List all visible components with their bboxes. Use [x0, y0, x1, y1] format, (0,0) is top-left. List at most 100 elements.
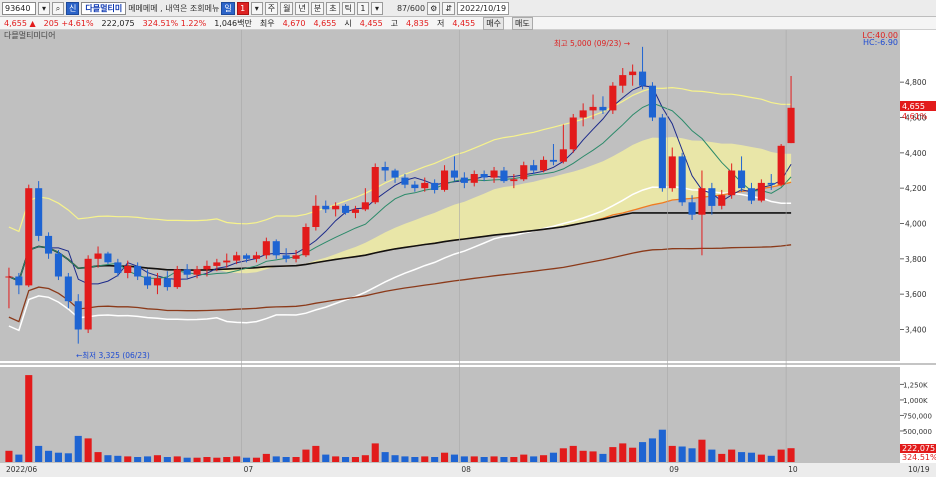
volume-bar: [74, 435, 82, 462]
candle-body: [609, 85, 617, 111]
volume-bar: [173, 456, 181, 462]
date-spinner-icon[interactable]: ⇵: [442, 1, 455, 15]
volume-bar: [322, 454, 330, 462]
volume-bar: [648, 438, 656, 462]
candle-body: [619, 75, 627, 86]
volume-bar: [153, 455, 161, 462]
volume-bar: [361, 455, 369, 462]
candle-body: [629, 71, 637, 76]
volume-bar: [549, 452, 557, 462]
volume-bar: [84, 438, 92, 462]
period-week-button[interactable]: 주: [264, 1, 279, 15]
volume-bar: [272, 456, 280, 462]
volume-bar: [668, 445, 676, 462]
volume-bar: [94, 452, 102, 462]
candle-body: [787, 107, 795, 144]
x-axis-label: 10: [788, 465, 798, 474]
series-label: 다믈멀티미디어: [4, 30, 56, 40]
candle-body: [599, 106, 607, 111]
candle-body: [183, 269, 191, 275]
volume-axis-label: 1,000K: [903, 397, 928, 405]
volume-bar: [144, 456, 152, 462]
candle-body: [351, 209, 359, 213]
volume-axis-label: 750,000: [903, 412, 932, 420]
candle-body: [757, 182, 765, 201]
interval-dropdown-icon[interactable]: ▾: [370, 1, 383, 15]
volume-bar: [787, 448, 795, 462]
price-panel-bg: [0, 30, 900, 361]
volume-bar: [569, 445, 577, 462]
stock-name-field[interactable]: 다믈멀티미: [81, 1, 127, 15]
code-dropdown-icon[interactable]: ▾: [38, 1, 50, 15]
period-day-button[interactable]: 일: [221, 1, 235, 15]
volume-bar: [728, 449, 736, 462]
volume-text: 222,075: [101, 18, 135, 28]
candle-body: [361, 202, 369, 210]
price-axis-label: 4,000: [905, 220, 927, 229]
volume-bar: [480, 457, 488, 462]
volume-bar: [470, 456, 478, 462]
volume-bar: [767, 455, 775, 462]
candle-body: [25, 188, 33, 286]
volume-bar: [252, 457, 260, 462]
settings-icon[interactable]: ⚙: [427, 1, 441, 15]
volume-change: 324.51% 1.22%: [142, 18, 207, 28]
interval-input[interactable]: 1: [356, 1, 369, 15]
volume-bar: [25, 375, 33, 462]
period-tick-button[interactable]: 틱: [341, 1, 355, 15]
volume-bar: [411, 457, 419, 462]
volume-axis-label: 1,250K: [903, 381, 928, 389]
volume-bar: [639, 442, 647, 462]
volume-bar: [401, 456, 409, 462]
candle-body: [252, 255, 260, 259]
candle-body: [777, 145, 785, 185]
stock-code-input[interactable]: 93640: [2, 1, 36, 15]
volume-bar: [312, 445, 320, 462]
sell-button[interactable]: 매도: [511, 16, 533, 30]
period-minute-button[interactable]: 분: [310, 1, 325, 15]
volume-bar: [203, 457, 211, 462]
candle-body: [589, 106, 597, 111]
best-value: 4,670: [282, 18, 306, 28]
candle-body: [549, 159, 557, 162]
x-axis-label: 2022/06: [6, 465, 37, 474]
candle-body: [530, 165, 538, 171]
date-input[interactable]: 2022/10/19: [456, 1, 510, 15]
price-axis-label: 4,200: [905, 184, 927, 193]
candle-body: [510, 179, 518, 182]
candle-body: [658, 117, 666, 189]
volume-bar: [500, 457, 508, 462]
period-year-button[interactable]: 년: [295, 1, 309, 15]
buy-button[interactable]: 매수: [483, 16, 504, 30]
volume-bar: [757, 454, 765, 462]
volume-bar: [292, 457, 300, 462]
period-month-button[interactable]: 월: [280, 1, 294, 15]
volume-bar: [351, 457, 359, 462]
candle-body: [282, 255, 290, 259]
period-dropdown-icon[interactable]: ▾: [250, 1, 263, 15]
volume-bar: [698, 439, 706, 462]
period-second-button[interactable]: 초: [326, 1, 340, 15]
price-chart[interactable]: 4,8004,6004,4004,2004,0003,8003,6003,400…: [0, 30, 936, 477]
volume-bar: [262, 453, 270, 462]
candle-body: [262, 241, 270, 256]
volume-bar: [134, 457, 142, 462]
search-icon[interactable]: ⌕: [52, 1, 64, 15]
price-axis-label: 4,400: [905, 149, 927, 158]
high-label: 고: [390, 18, 399, 28]
volume-bar: [678, 446, 686, 462]
market-badge: 신: [66, 1, 80, 15]
low-annotation: ←최저 3,325 (06/23): [76, 350, 150, 360]
open-value: 4,455: [359, 18, 383, 28]
price-axis-label: 3,800: [905, 255, 927, 264]
period-count-input[interactable]: 1: [236, 1, 249, 15]
candle-body: [520, 165, 528, 180]
candle-body: [569, 117, 577, 150]
candle-body: [45, 235, 53, 254]
volume-bar: [520, 454, 528, 462]
low-label: 저: [436, 18, 445, 28]
price-axis-label: 3,600: [905, 290, 927, 299]
candle-body: [639, 71, 647, 86]
candle-body: [94, 253, 102, 259]
candle-body: [223, 260, 231, 263]
